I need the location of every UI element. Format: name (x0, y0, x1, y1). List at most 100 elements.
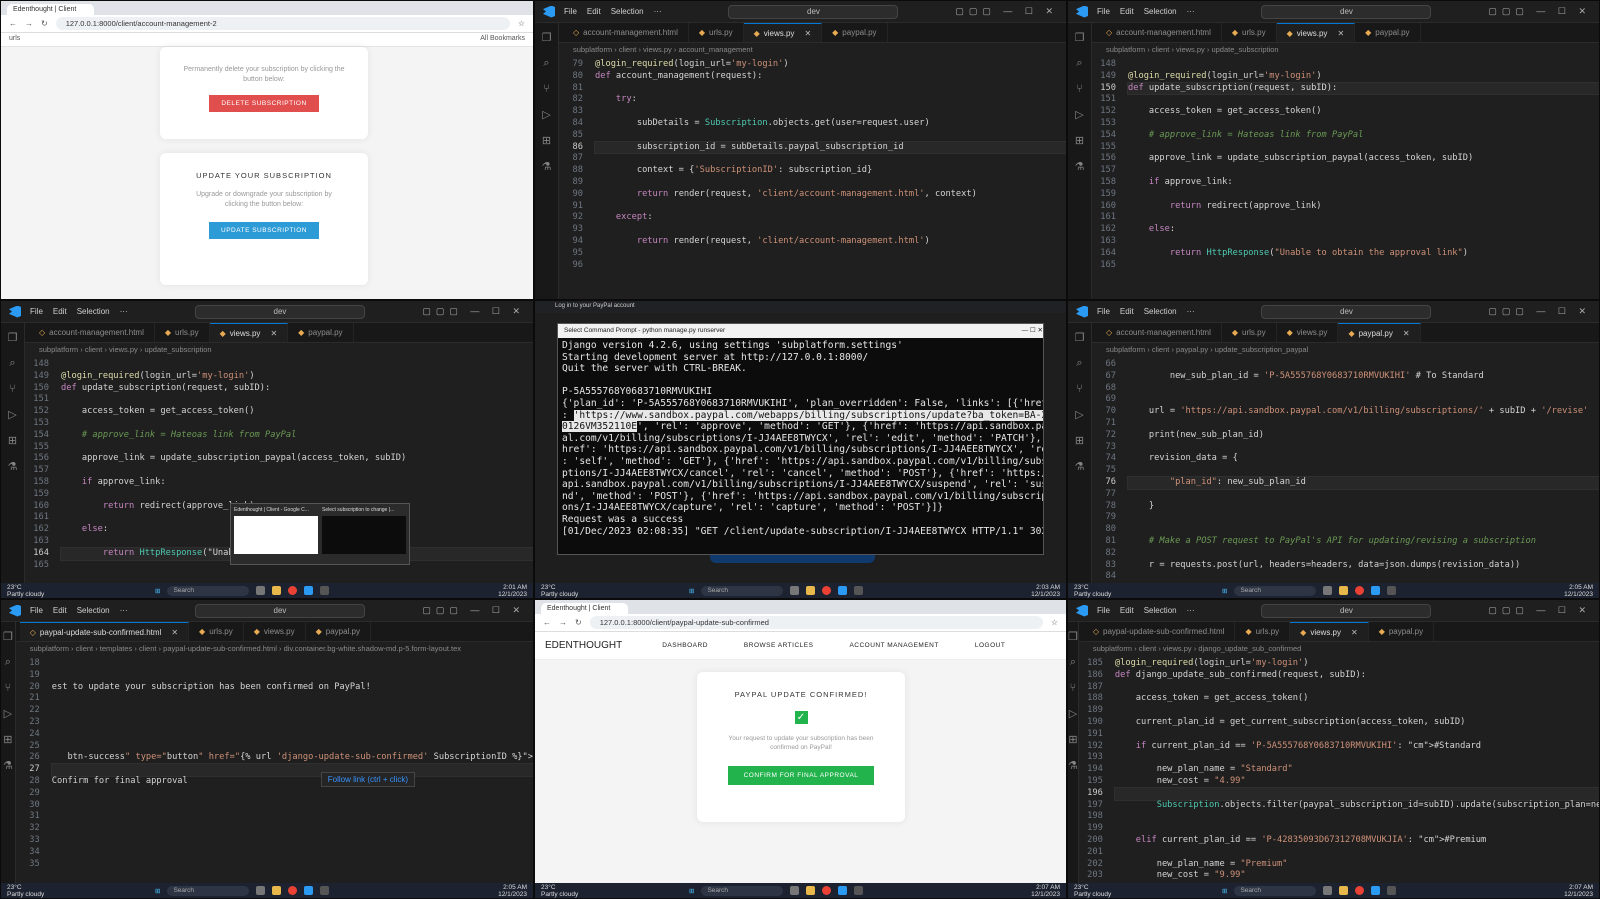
code-line[interactable]: 191 (1079, 729, 1599, 741)
task-view-icon[interactable] (1323, 886, 1333, 895)
explorer-icon[interactable]: ❐ (8, 331, 18, 344)
editor-tab[interactable]: ◆ urls.py (189, 622, 244, 641)
menu-item[interactable]: Edit (53, 606, 67, 615)
delete-subscription-button[interactable]: DELETE SUBSCRIPTION (209, 95, 319, 112)
editor-tab[interactable]: ◆ views.py ✕ (1290, 622, 1369, 641)
code-line[interactable]: 196 (1079, 786, 1599, 801)
code-line[interactable]: 31 (16, 811, 533, 823)
menu-item[interactable]: Edit (1120, 606, 1134, 615)
code-line[interactable]: 151 (1092, 94, 1599, 106)
terminal-taskbar-icon[interactable] (1387, 886, 1397, 895)
code-line[interactable]: 163 (1092, 236, 1599, 248)
file-explorer-icon[interactable] (806, 886, 816, 895)
code-line[interactable]: 157 (1092, 165, 1599, 177)
taskbar-search[interactable]: Search (167, 885, 250, 896)
file-explorer-icon[interactable] (272, 586, 282, 595)
code-line[interactable]: 156 approve_link = update_subscription_p… (25, 453, 533, 465)
explorer-icon[interactable]: ❐ (1068, 630, 1078, 643)
update-subscription-button[interactable]: UPDATE SUBSCRIPTION (209, 222, 319, 239)
command-search-input[interactable]: dev (194, 304, 365, 319)
code-line[interactable]: 151 (25, 394, 533, 406)
explorer-icon[interactable]: ❐ (1075, 331, 1085, 344)
testing-icon[interactable]: ⚗ (1075, 160, 1085, 173)
vscode-taskbar-icon[interactable] (304, 586, 314, 595)
code-line[interactable]: 153 (1092, 118, 1599, 130)
code-line[interactable]: 81 # Make a POST request to PayPal's API… (1092, 536, 1599, 548)
code-line[interactable]: 66 (1092, 359, 1599, 371)
editor-tab[interactable]: ◆ views.py ✕ (743, 23, 823, 42)
run-debug-icon[interactable]: ▷ (1075, 108, 1083, 121)
code-area[interactable]: 148 149 @login_required(login_url='my-logi… (1092, 57, 1599, 271)
code-line[interactable]: 74 revision_data = { (1092, 453, 1599, 465)
code-line[interactable]: 194 new_plan_name = "Standard" (1079, 764, 1599, 776)
code-line[interactable]: 201 (1079, 847, 1599, 859)
code-line[interactable]: 160 return redirect(approve_link) (1092, 201, 1599, 213)
command-search-input[interactable]: dev (1261, 603, 1432, 618)
task-view-icon[interactable] (790, 886, 800, 895)
task-view-icon[interactable] (1323, 586, 1333, 595)
menu-item[interactable]: ··· (654, 7, 662, 16)
nav-dashboard[interactable]: DASHBOARD (662, 642, 708, 649)
search-icon[interactable]: ⌕ (1076, 357, 1082, 370)
menu-item[interactable]: Selection (1144, 307, 1177, 316)
code-line[interactable]: 85 (559, 130, 1066, 142)
weather-widget[interactable]: 23°C Partly cloudy (1074, 884, 1114, 898)
editor-tab[interactable]: ◇ paypal-update-sub-confirmed.html (1083, 622, 1236, 641)
code-line[interactable]: 148 (25, 359, 533, 371)
window-controls[interactable]: ▢▢▢ — ☐ ✕ (1488, 306, 1591, 317)
run-debug-icon[interactable]: ▷ (1075, 408, 1083, 421)
windows-start-icon[interactable]: ⊞ (1222, 887, 1227, 895)
code-line[interactable]: 203 new_cost = "9.99" (1079, 870, 1599, 882)
code-line[interactable]: 96 (559, 260, 1066, 272)
code-line[interactable]: 82 (1092, 548, 1599, 560)
code-line[interactable]: 30 (16, 800, 533, 812)
menu-item[interactable]: Selection (1144, 606, 1177, 615)
windows-start-icon[interactable]: ⊞ (155, 887, 160, 895)
testing-icon[interactable]: ⚗ (542, 160, 552, 173)
window-controls[interactable]: ▢▢▢ — ☐ ✕ (955, 6, 1058, 17)
code-line[interactable]: 190 current_plan_id = get_current_subscr… (1079, 717, 1599, 729)
code-line[interactable]: 76 "plan_id": new_sub_plan_id (1092, 475, 1599, 490)
forward-icon[interactable]: → (559, 618, 567, 627)
code-line[interactable]: 81 (559, 83, 1066, 95)
weather-widget[interactable]: 23°C Partly cloudy (7, 584, 47, 598)
task-view-icon[interactable] (256, 586, 266, 595)
window-controls[interactable]: ▢▢▢ — ☐ ✕ (422, 605, 525, 616)
run-debug-icon[interactable]: ▷ (1069, 707, 1077, 720)
menu-item[interactable]: Edit (1120, 7, 1134, 16)
code-line[interactable]: 195 new_cost = "4.99" (1079, 776, 1599, 788)
code-line[interactable]: 73 (1092, 442, 1599, 454)
editor-tab[interactable]: ◆ urls.py (689, 23, 744, 42)
code-line[interactable]: 32 (16, 823, 533, 835)
code-line[interactable]: 23 (16, 717, 533, 729)
browser-tab[interactable]: Edenthought | Client (7, 4, 95, 15)
clock[interactable]: 2:07 AM 12/1/2023 (1031, 884, 1060, 898)
code-line[interactable]: 185 @login_required(login_url='my-login') (1079, 658, 1599, 670)
code-area[interactable]: 18 19 20 est to update your subscription ha… (16, 656, 533, 870)
editor-tab[interactable]: ◆ views.py (1277, 323, 1339, 342)
menu-item[interactable]: Selection (77, 606, 110, 615)
chrome-icon[interactable] (822, 586, 832, 595)
terminal-browser-tab[interactable]: Log in to your PayPal account (535, 301, 1066, 313)
code-line[interactable]: 89 (559, 177, 1066, 189)
code-line[interactable]: 162 else: (1092, 224, 1599, 236)
back-icon[interactable]: ← (543, 618, 551, 627)
code-line[interactable]: 68 (1092, 383, 1599, 395)
code-line[interactable]: 188 access_token = get_access_token() (1079, 693, 1599, 705)
code-line[interactable]: 152 access_token = get_access_token() (1092, 106, 1599, 118)
extensions-icon[interactable]: ⊞ (1075, 134, 1084, 147)
menu-item[interactable]: File (1097, 7, 1110, 16)
reload-icon[interactable]: ↻ (575, 618, 582, 627)
file-explorer-icon[interactable] (272, 886, 282, 895)
window-controls[interactable]: ▢▢▢ — ☐ ✕ (1488, 605, 1591, 616)
menu-item[interactable]: ··· (120, 606, 128, 615)
nav-account-management[interactable]: ACCOUNT MANAGEMENT (849, 642, 938, 649)
editor-tab[interactable]: ◇ account-management.html (1096, 23, 1222, 42)
code-line[interactable]: 71 (1092, 418, 1599, 430)
preview-browser[interactable]: Edenthought | Client - Google C... (234, 507, 318, 561)
terminal-taskbar-icon[interactable] (854, 586, 864, 595)
search-icon[interactable]: ⌕ (5, 656, 11, 669)
code-line[interactable]: 193 (1079, 752, 1599, 764)
code-line[interactable]: 200 elif current_plan_id == 'P-42835093D… (1079, 835, 1599, 847)
vscode-taskbar-icon[interactable] (304, 886, 314, 895)
